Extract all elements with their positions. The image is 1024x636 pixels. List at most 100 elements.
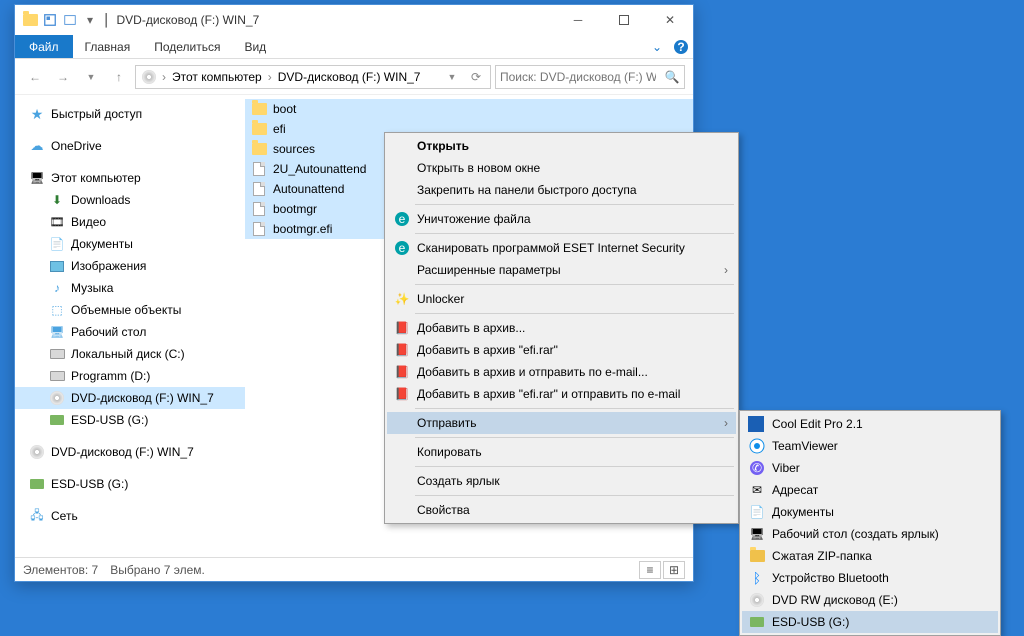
minimize-button[interactable]: ─ <box>555 5 601 35</box>
sendto-cooledit[interactable]: Cool Edit Pro 2.1 <box>742 413 998 435</box>
folder-icon <box>251 141 267 157</box>
cm-advanced[interactable]: Расширенные параметры› <box>387 259 736 281</box>
sendto-recipient[interactable]: ✉Адресат <box>742 479 998 501</box>
cube-icon: ⬚ <box>49 302 65 318</box>
details-view-button[interactable]: ≡ <box>639 561 661 579</box>
file-tab[interactable]: Файл <box>15 35 73 58</box>
search-box[interactable]: 🔍 <box>495 65 685 89</box>
sendto-viber[interactable]: ✆Viber <box>742 457 998 479</box>
sidebar-videos[interactable]: 🎞Видео <box>15 211 245 233</box>
address-drop-icon[interactable]: ▼ <box>440 65 464 89</box>
sidebar-documents[interactable]: 📄Документы <box>15 233 245 255</box>
document-icon: 📄 <box>748 503 766 521</box>
sidebar-dvd[interactable]: DVD-дисковод (F:) WIN_7 <box>15 387 245 409</box>
file-name: 2U_Autounattend <box>273 162 366 176</box>
sendto-dvdrw[interactable]: DVD RW дисковод (E:) <box>742 589 998 611</box>
maximize-button[interactable] <box>601 5 647 35</box>
separator <box>415 284 734 285</box>
titlebar: ▾ │ DVD-дисковод (F:) WIN_7 ─ ✕ <box>15 5 693 35</box>
cm-open[interactable]: Открыть <box>387 135 736 157</box>
eset-icon: e <box>393 210 411 228</box>
crumb-location[interactable]: DVD-дисковод (F:) WIN_7 <box>274 70 425 84</box>
sidebar-disk-d[interactable]: Programm (D:) <box>15 365 245 387</box>
sidebar-downloads[interactable]: ⬇Downloads <box>15 189 245 211</box>
usb-icon <box>748 613 766 631</box>
status-selected: Выбрано 7 элем. <box>110 563 205 577</box>
sendto-teamviewer[interactable]: TeamViewer <box>742 435 998 457</box>
wand-icon: ✨ <box>393 290 411 308</box>
sidebar-3d[interactable]: ⬚Объемные объекты <box>15 299 245 321</box>
rar-icon: 📕 <box>393 363 411 381</box>
disc-icon <box>748 591 766 609</box>
tab-view[interactable]: Вид <box>232 35 278 58</box>
history-chevron-icon[interactable]: ▼ <box>79 65 103 89</box>
address-bar[interactable]: › Этот компьютер › DVD-дисковод (F:) WIN… <box>135 65 491 89</box>
sidebar-esd-2[interactable]: ESD-USB (G:) <box>15 473 245 495</box>
cm-copy[interactable]: Копировать <box>387 441 736 463</box>
cm-rar-email[interactable]: 📕Добавить в архив и отправить по e-mail.… <box>387 361 736 383</box>
sendto-zip[interactable]: Сжатая ZIP-папка <box>742 545 998 567</box>
pictures-icon <box>49 258 65 274</box>
sendto-esd-usb[interactable]: ESD-USB (G:) <box>742 611 998 633</box>
sendto-desktop[interactable]: 🖥Рабочий стол (создать ярлык) <box>742 523 998 545</box>
icons-view-button[interactable]: ⊞ <box>663 561 685 579</box>
refresh-icon[interactable]: ⟳ <box>464 65 488 89</box>
sendto-documents[interactable]: 📄Документы <box>742 501 998 523</box>
tab-home[interactable]: Главная <box>73 35 143 58</box>
sidebar-network[interactable]: 🖧Сеть <box>15 505 245 527</box>
up-button[interactable]: ↑ <box>107 65 131 89</box>
new-folder-ql-icon[interactable] <box>61 11 79 29</box>
cm-send-to[interactable]: Отправить› <box>387 412 736 434</box>
pc-icon: 🖥 <box>29 170 45 186</box>
crumb-thispc[interactable]: Этот компьютер <box>168 70 266 84</box>
sendto-submenu: Cool Edit Pro 2.1 TeamViewer ✆Viber ✉Адр… <box>739 410 1001 636</box>
file-icon <box>251 181 267 197</box>
disc-icon <box>138 70 160 84</box>
props-ql-icon[interactable] <box>41 11 59 29</box>
cm-rar-add[interactable]: 📕Добавить в архив... <box>387 317 736 339</box>
sidebar-thispc[interactable]: 🖥Этот компьютер <box>15 167 245 189</box>
sidebar-music[interactable]: ♪Музыка <box>15 277 245 299</box>
tab-share[interactable]: Поделиться <box>142 35 232 58</box>
sidebar-esd[interactable]: ESD-USB (G:) <box>15 409 245 431</box>
mail-icon: ✉ <box>748 481 766 499</box>
rar-icon: 📕 <box>393 319 411 337</box>
teamviewer-icon <box>748 437 766 455</box>
cm-destroy-file[interactable]: eУничтожение файла <box>387 208 736 230</box>
file-name: bootmgr <box>273 202 317 216</box>
cm-properties[interactable]: Свойства <box>387 499 736 521</box>
cm-rar-email-named[interactable]: 📕Добавить в архив "efi.rar" и отправить … <box>387 383 736 405</box>
cm-rar-add-named[interactable]: 📕Добавить в архив "efi.rar" <box>387 339 736 361</box>
sidebar-quick-access[interactable]: ★Быстрый доступ <box>15 103 245 125</box>
forward-button[interactable]: → <box>51 65 75 89</box>
search-icon[interactable]: 🔍 <box>660 65 684 89</box>
sidebar-desktop[interactable]: 🖥Рабочий стол <box>15 321 245 343</box>
separator <box>415 495 734 496</box>
cm-shortcut[interactable]: Создать ярлык <box>387 470 736 492</box>
ribbon-expand-icon[interactable]: ⌄ <box>645 35 669 58</box>
chevron-down-icon[interactable]: ▾ <box>81 11 99 29</box>
chevron-right-icon[interactable]: › <box>160 70 168 84</box>
back-button[interactable]: ← <box>23 65 47 89</box>
search-input[interactable] <box>496 70 660 84</box>
file-name: boot <box>273 102 296 116</box>
close-button[interactable]: ✕ <box>647 5 693 35</box>
help-icon[interactable]: ? <box>669 35 693 58</box>
desktop-icon: 🖥 <box>49 324 65 340</box>
sidebar-dvd-2[interactable]: DVD-дисковод (F:) WIN_7 <box>15 441 245 463</box>
chevron-right-icon[interactable]: › <box>266 70 274 84</box>
sidebar-onedrive[interactable]: ☁OneDrive <box>15 135 245 157</box>
cm-eset-scan[interactable]: eСканировать программой ESET Internet Se… <box>387 237 736 259</box>
cm-unlocker[interactable]: ✨Unlocker <box>387 288 736 310</box>
cm-pin-quick[interactable]: Закрепить на панели быстрого доступа <box>387 179 736 201</box>
chevron-right-icon: › <box>724 416 728 430</box>
separator <box>415 313 734 314</box>
disc-icon <box>49 390 65 406</box>
file-name: sources <box>273 142 315 156</box>
sendto-bluetooth[interactable]: ᛒУстройство Bluetooth <box>742 567 998 589</box>
status-count: Элементов: 7 <box>23 563 98 577</box>
file-row[interactable]: boot <box>245 99 693 119</box>
cm-open-new-window[interactable]: Открыть в новом окне <box>387 157 736 179</box>
sidebar-pictures[interactable]: Изображения <box>15 255 245 277</box>
sidebar-disk-c[interactable]: Локальный диск (C:) <box>15 343 245 365</box>
